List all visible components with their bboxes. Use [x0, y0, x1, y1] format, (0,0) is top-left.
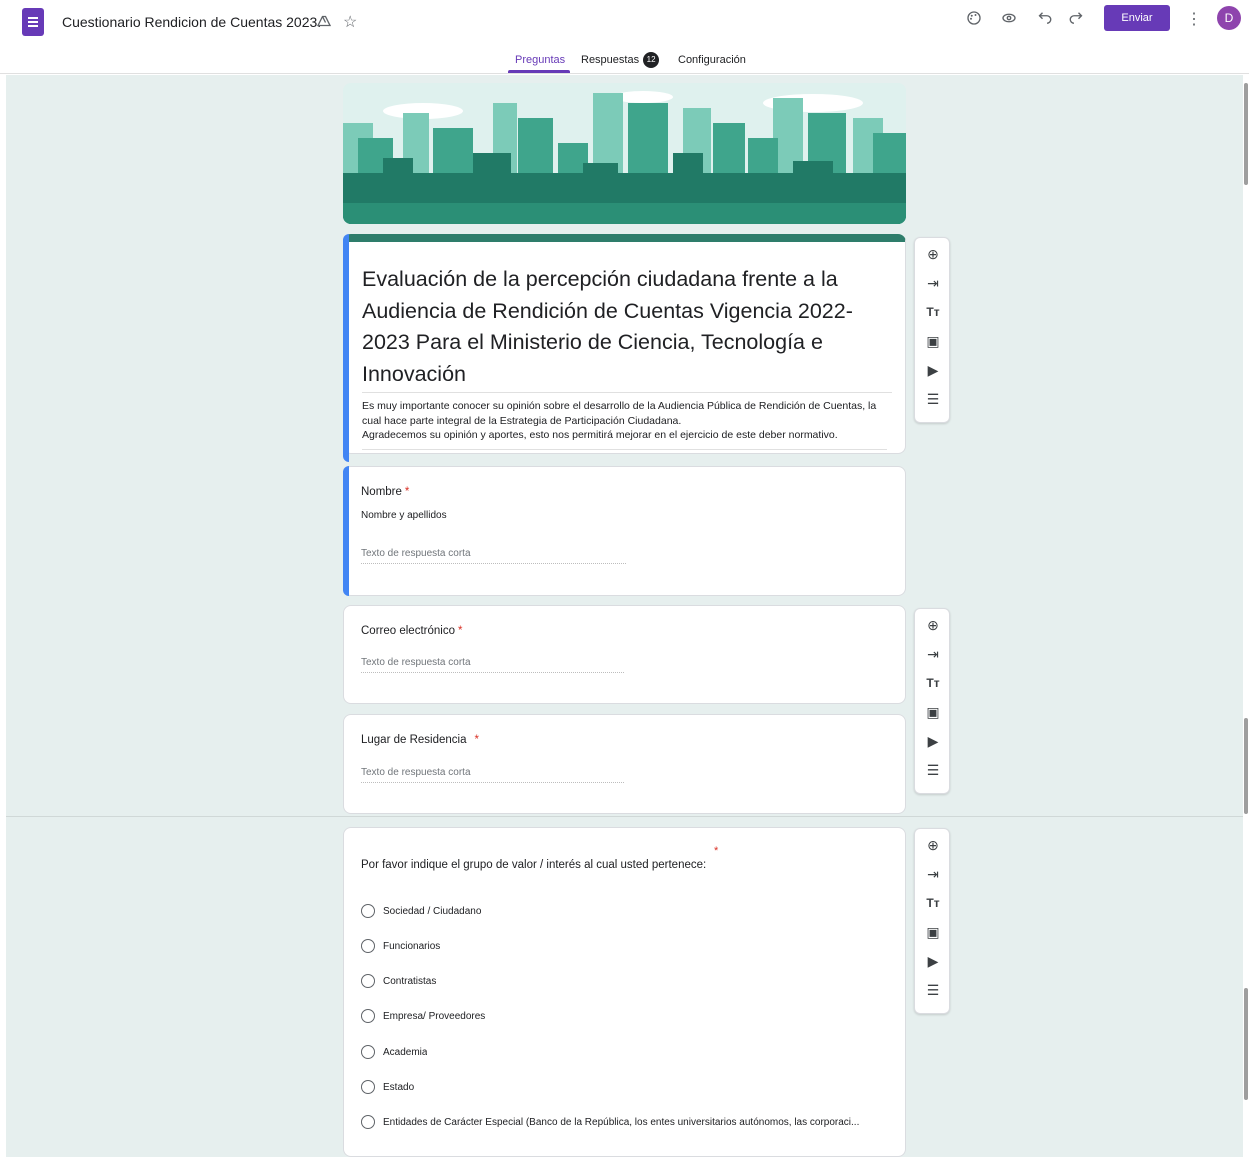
tab-responses-label: Respuestas [581, 53, 640, 66]
import-questions-icon[interactable]: ⇥ [915, 643, 951, 665]
question-title: Lugar de Residencia [361, 734, 467, 746]
add-section-icon[interactable]: ☰ [915, 979, 951, 1001]
add-image-icon[interactable]: ▣ [915, 330, 951, 352]
form-title[interactable]: Evaluación de la percepción ciudadana fr… [362, 264, 892, 393]
radio-button[interactable] [361, 904, 375, 918]
add-section-icon[interactable]: ☰ [915, 388, 951, 410]
short-answer-field: Texto de respuesta corta [361, 767, 624, 783]
undo-icon[interactable] [1034, 9, 1054, 32]
radio-option[interactable]: Sociedad / Ciudadano [361, 903, 481, 919]
radio-option-label: Funcionarios [383, 940, 441, 952]
question-label: Correo electrónico * [361, 625, 462, 637]
active-tab-indicator [508, 70, 570, 73]
responses-count-badge: 12 [643, 52, 660, 68]
radio-option-label: Sociedad / Ciudadano [383, 905, 482, 917]
document-title[interactable]: Cuestionario Rendicion de Cuentas 2023. [62, 14, 321, 30]
radio-option[interactable]: Empresa/ Proveedores [361, 1008, 485, 1024]
question-side-toolbar: ⊕ ⇥ Tт ▣ ▶ ☰ [914, 828, 950, 1014]
form-title-card[interactable]: Evaluación de la percepción ciudadana fr… [343, 234, 906, 462]
move-to-folder-icon[interactable] [315, 12, 333, 35]
redo-icon[interactable] [1067, 9, 1087, 32]
radio-button[interactable] [361, 1009, 375, 1023]
more-vert-icon[interactable]: ⋮ [1184, 9, 1204, 29]
question-title: Nombre [361, 486, 402, 498]
radio-option-label: Empresa/ Proveedores [383, 1010, 486, 1022]
tab-responses[interactable]: Respuestas 12 [581, 52, 660, 68]
google-forms-icon[interactable] [22, 8, 44, 36]
tab-questions[interactable]: Preguntas [515, 54, 565, 66]
radio-option-label: Contratistas [383, 975, 437, 987]
add-title-icon[interactable]: Tт [915, 301, 951, 323]
radio-option[interactable]: Estado [361, 1079, 414, 1095]
radio-option[interactable]: Academia [361, 1044, 427, 1060]
radio-button[interactable] [361, 1045, 375, 1059]
radio-button[interactable] [361, 1080, 375, 1094]
radio-option[interactable]: Contratistas [361, 973, 436, 989]
header-image [343, 83, 906, 224]
radio-button[interactable] [361, 1115, 375, 1129]
radio-option[interactable]: Entidades de Carácter Especial (Banco de… [361, 1114, 859, 1130]
scrollbar-thumb[interactable] [1244, 83, 1248, 185]
add-question-icon[interactable]: ⊕ [915, 834, 951, 856]
add-video-icon[interactable]: ▶ [915, 950, 951, 972]
form-description-line: Es muy importante conocer su opinión sob… [362, 400, 877, 427]
radio-option-label: Estado [383, 1081, 415, 1093]
question-description: Nombre y apellidos [361, 510, 447, 521]
divider [6, 816, 1243, 817]
add-video-icon[interactable]: ▶ [915, 359, 951, 381]
question-side-toolbar: ⊕ ⇥ Tт ▣ ▶ ☰ [914, 608, 950, 794]
avatar[interactable]: D [1217, 6, 1241, 30]
question-card-name[interactable]: Nombre * Nombre y apellidos Texto de resp… [343, 466, 906, 596]
radio-button[interactable] [361, 939, 375, 953]
top-bar: Cuestionario Rendicion de Cuentas 2023. … [0, 0, 1249, 44]
add-question-icon[interactable]: ⊕ [915, 243, 951, 265]
scrollbar-thumb-lower[interactable] [1244, 718, 1248, 814]
question-label: Lugar de Residencia * [361, 734, 479, 746]
add-question-icon[interactable]: ⊕ [915, 614, 951, 636]
question-card-email[interactable]: Correo electrónico * Texto de respuesta c… [343, 605, 906, 704]
form-description[interactable]: Es muy importante conocer su opinión sob… [362, 399, 887, 450]
question-title: Correo electrónico [361, 625, 455, 637]
tab-bar: Preguntas Respuestas 12 Configuración [0, 44, 1249, 74]
active-card-indicator [343, 234, 349, 462]
question-title: Por favor indique el grupo de valor / in… [361, 859, 707, 871]
radio-option-label: Entidades de Carácter Especial (Banco de… [383, 1116, 860, 1128]
form-description-line: Agradecemos su opinión y aportes, esto n… [362, 429, 838, 441]
required-asterisk: * [714, 845, 719, 857]
radio-option[interactable]: Funcionarios [361, 938, 440, 954]
required-asterisk: * [474, 734, 479, 746]
required-asterisk: * [404, 486, 410, 498]
add-image-icon[interactable]: ▣ [915, 921, 951, 943]
add-title-icon[interactable]: Tт [915, 672, 951, 694]
add-section-icon[interactable]: ☰ [915, 759, 951, 781]
add-title-icon[interactable]: Tт [915, 892, 951, 914]
add-image-icon[interactable]: ▣ [915, 701, 951, 723]
radio-button[interactable] [361, 974, 375, 988]
import-questions-icon[interactable]: ⇥ [915, 272, 951, 294]
send-button[interactable]: Enviar [1104, 5, 1170, 31]
add-video-icon[interactable]: ▶ [915, 730, 951, 752]
star-icon[interactable]: ☆ [343, 12, 357, 32]
palette-icon[interactable] [964, 9, 984, 32]
radio-option-label: Academia [383, 1046, 428, 1058]
tab-settings[interactable]: Configuración [678, 54, 746, 66]
question-card-residence[interactable]: Lugar de Residencia * Texto de respuesta … [343, 714, 906, 814]
scrollbar-thumb-bottom[interactable] [1244, 988, 1248, 1100]
question-card-group[interactable]: * Por favor indique el grupo de valor / … [343, 827, 906, 1157]
question-side-toolbar: ⊕ ⇥ Tт ▣ ▶ ☰ [914, 237, 950, 423]
short-answer-field: Texto de respuesta corta [361, 548, 626, 564]
short-answer-field: Texto de respuesta corta [361, 657, 624, 673]
required-asterisk: * [457, 625, 463, 637]
preview-eye-icon[interactable] [999, 9, 1019, 32]
question-label: Nombre * [361, 486, 409, 498]
import-questions-icon[interactable]: ⇥ [915, 863, 951, 885]
